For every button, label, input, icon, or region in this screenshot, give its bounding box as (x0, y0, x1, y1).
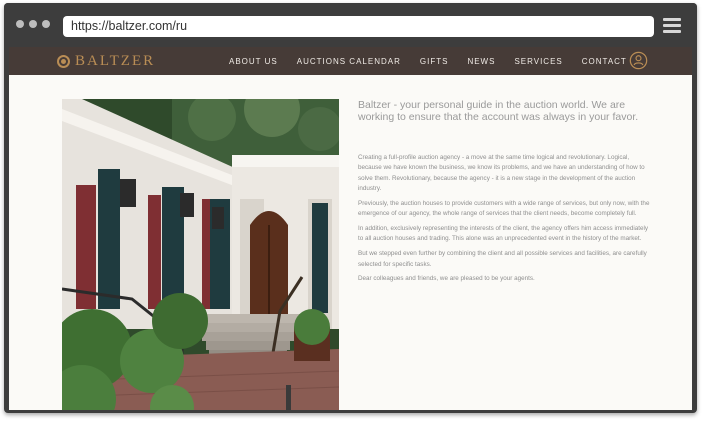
paragraph-2: Previously, the auction houses to provid… (358, 199, 650, 218)
nav-item-gifts[interactable]: GIFTS (420, 57, 449, 66)
browser-toolbar: https://baltzer.com/ru (4, 3, 697, 47)
paragraph-1: Creating a full-profile auction agency -… (358, 154, 645, 193)
paragraph-3: In addition, exclusively representing th… (358, 225, 649, 243)
page-viewport: BALTZER ABOUT US AUCTIONS CALENDAR GIFTS… (9, 47, 692, 410)
building-photo (62, 99, 339, 410)
logo-mark-icon (57, 54, 70, 68)
minimize-window-icon[interactable] (29, 20, 37, 28)
nav-item-news[interactable]: NEWS (467, 57, 495, 66)
nav-item-about-us[interactable]: ABOUT US (229, 57, 278, 66)
address-bar[interactable]: https://baltzer.com/ru (63, 16, 654, 37)
close-window-icon[interactable] (16, 20, 24, 28)
main-navigation: ABOUT US AUCTIONS CALENDAR GIFTS NEWS SE… (229, 47, 627, 75)
paragraph-5: Dear colleagues and friends, we are plea… (358, 275, 535, 283)
maximize-window-icon[interactable] (42, 20, 50, 28)
site-logo[interactable]: BALTZER (57, 52, 155, 70)
site-header: BALTZER ABOUT US AUCTIONS CALENDAR GIFTS… (9, 47, 692, 75)
browser-window: https://baltzer.com/ru BALTZER ABOUT US … (4, 3, 697, 413)
about-content: Baltzer - your personal guide in the auc… (358, 99, 653, 289)
nav-item-contact[interactable]: CONTACT (582, 57, 627, 66)
logo-text: BALTZER (75, 52, 156, 69)
window-controls (16, 20, 50, 28)
nav-item-services[interactable]: SERVICES (514, 57, 562, 66)
user-icon[interactable] (629, 51, 648, 70)
intro-text: Baltzer - your personal guide in the auc… (358, 99, 639, 123)
nav-item-auctions-calendar[interactable]: AUCTIONS CALENDAR (297, 57, 401, 66)
paragraph-4: But we stepped even further by combining… (358, 250, 647, 268)
hamburger-menu-icon[interactable] (663, 18, 681, 34)
